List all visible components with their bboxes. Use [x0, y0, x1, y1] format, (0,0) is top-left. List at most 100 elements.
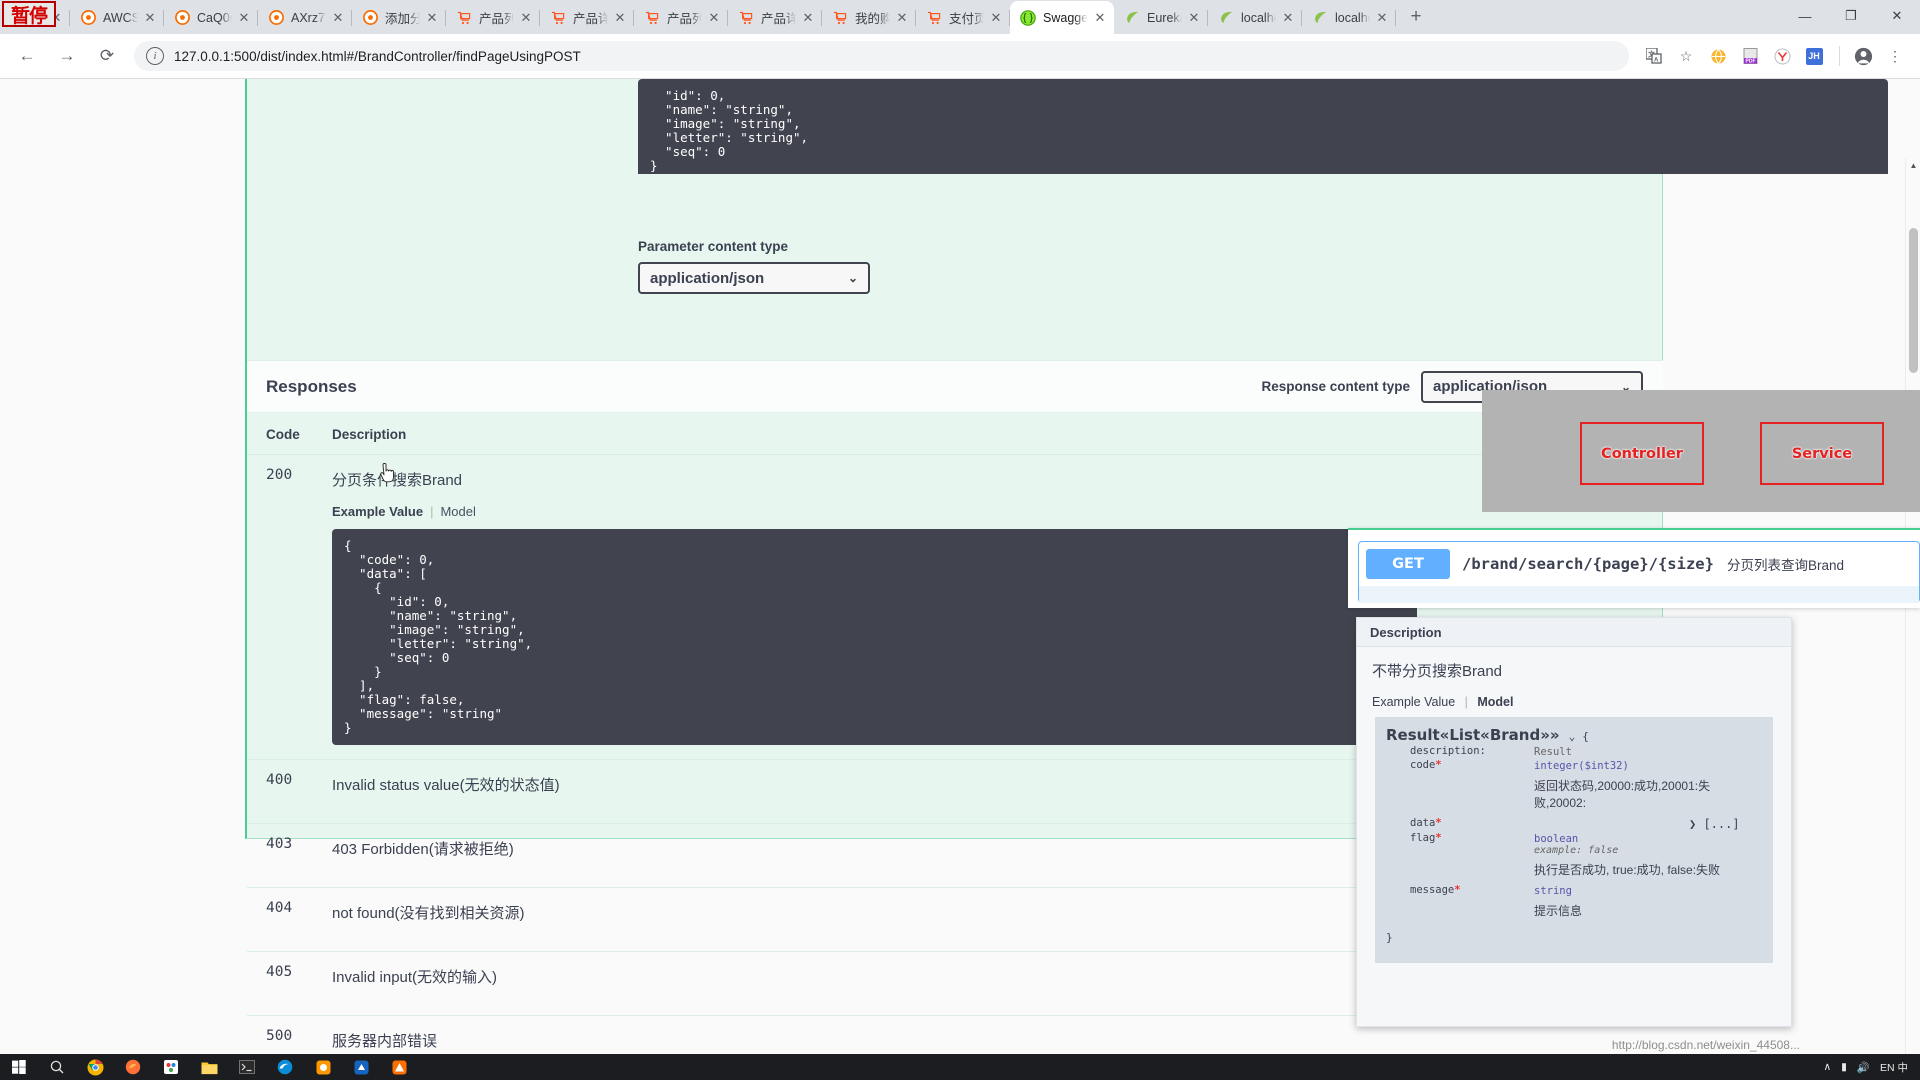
- chevron-down-icon[interactable]: ⌄: [1569, 730, 1576, 743]
- browser-tab[interactable]: 我的购物✕: [822, 1, 916, 34]
- app-red-icon[interactable]: [380, 1054, 418, 1080]
- response-example-code: { "code": 0, "data": [ { "id": 0, "name"…: [332, 529, 1417, 745]
- model-property-type: string: [1534, 885, 1572, 897]
- new-tab-button[interactable]: +: [1402, 3, 1430, 31]
- model-schema-box: Result«List«Brand»» ⌄ { description: Resu…: [1375, 717, 1773, 963]
- description-overlay-panel: Description 不带分页搜索Brand Example Value | …: [1356, 617, 1792, 1027]
- profile-icon[interactable]: [1848, 41, 1878, 71]
- tab-example-value[interactable]: Example Value: [1372, 695, 1455, 709]
- example-model-tabs: Example Value | Model: [332, 504, 1644, 519]
- tab-model[interactable]: Model: [1477, 695, 1513, 709]
- tab-close-icon[interactable]: ✕: [1090, 8, 1110, 28]
- tab-close-icon[interactable]: ✕: [986, 8, 1006, 28]
- explorer-icon[interactable]: [190, 1054, 228, 1080]
- forward-icon[interactable]: →: [50, 39, 84, 73]
- edge-icon[interactable]: [266, 1054, 304, 1080]
- browser-tab[interactable]: AWCSS6✕: [70, 1, 164, 34]
- responses-table-header: Code Description: [247, 413, 1663, 454]
- browser-tab[interactable]: 产品详情✕: [728, 1, 822, 34]
- extension-y-icon[interactable]: [1767, 41, 1797, 71]
- extension-globe-icon[interactable]: [1703, 41, 1733, 71]
- tab-close-icon[interactable]: ✕: [892, 8, 912, 28]
- tab-title: 产品列表: [667, 12, 702, 26]
- get-operation-block[interactable]: GET /brand/search/{page}/{size} 分页列表查询Br…: [1358, 541, 1920, 603]
- tab-close-icon[interactable]: ✕: [422, 8, 442, 28]
- description-tabs: Example Value | Model: [1372, 695, 1776, 709]
- minimize-button[interactable]: —: [1782, 0, 1828, 32]
- browser-tab[interactable]: 支付页-后✕: [916, 1, 1010, 34]
- model-property: flag* boolean example: false 执行是否成功, true:成…: [1386, 832, 1762, 878]
- app-blue-icon[interactable]: [342, 1054, 380, 1080]
- required-asterisk: *: [1435, 759, 1442, 771]
- extension-jh-icon[interactable]: JH: [1799, 41, 1829, 71]
- back-icon[interactable]: ←: [10, 39, 44, 73]
- scroll-up-arrow-icon[interactable]: ▲: [1906, 158, 1920, 173]
- tab-close-icon[interactable]: ✕: [1184, 8, 1204, 28]
- tab-close-icon[interactable]: ✕: [1372, 8, 1392, 28]
- network-icon[interactable]: ▮: [1841, 1061, 1847, 1073]
- scrollbar-thumb[interactable]: [1909, 228, 1918, 373]
- tab-close-icon[interactable]: ✕: [516, 8, 536, 28]
- cart-icon: [832, 10, 848, 26]
- bookmark-star-icon[interactable]: ☆: [1671, 41, 1701, 71]
- model-property-row: message* string: [1386, 884, 1762, 897]
- tab-example-value[interactable]: Example Value: [332, 504, 423, 519]
- svg-text:A: A: [1654, 58, 1659, 64]
- app-orange-icon[interactable]: [304, 1054, 342, 1080]
- expand-array-toggle[interactable]: ❯ [...]: [1689, 817, 1762, 831]
- address-bar[interactable]: i 127.0.0.1:500/dist/index.html#/BrandCo…: [134, 41, 1629, 71]
- browser-tab[interactable]: localhost✕: [1208, 1, 1302, 34]
- get-operation-summary-row[interactable]: GET /brand/search/{page}/{size} 分页列表查询Br…: [1359, 542, 1919, 586]
- model-close-brace: }: [1386, 931, 1393, 944]
- model-property-row: flag* boolean example: false: [1386, 832, 1762, 856]
- browser-tab[interactable]: CaQ0rq3✕: [164, 1, 258, 34]
- browser-tab[interactable]: Swagger ✕: [1010, 1, 1114, 34]
- ime-indicator[interactable]: EN 中: [1880, 1060, 1908, 1075]
- tab-close-icon[interactable]: ✕: [610, 8, 630, 28]
- tab-close-icon[interactable]: ✕: [328, 8, 348, 28]
- cart-icon: [738, 10, 754, 26]
- windows-start-icon[interactable]: [0, 1054, 38, 1080]
- model-title-row[interactable]: Result«List«Brand»» ⌄ {: [1386, 726, 1762, 744]
- firefox-icon[interactable]: [114, 1054, 152, 1080]
- maximize-button[interactable]: ❐: [1828, 0, 1874, 32]
- search-icon[interactable]: [38, 1054, 76, 1080]
- tab-close-icon[interactable]: ✕: [704, 8, 724, 28]
- reload-icon[interactable]: ⟳: [90, 39, 124, 73]
- tab-strip: 天✕AWCSS6✕CaQ0rq3✕AXrz7+a✕添加分类✕产品列表✕产品详情✕…: [0, 1, 1396, 34]
- browser-tab[interactable]: 产品详情✕: [540, 1, 634, 34]
- model-property-name: flag*: [1410, 832, 1442, 844]
- browser-tab[interactable]: Eureka✕: [1114, 1, 1208, 34]
- menu-kebab-icon[interactable]: ⋮: [1880, 41, 1910, 71]
- model-property-note: 提示信息: [1534, 904, 1583, 918]
- tab-close-icon[interactable]: ✕: [1278, 8, 1298, 28]
- parameter-content-type-select[interactable]: application/json ⌄: [638, 262, 870, 294]
- chrome-icon[interactable]: [76, 1054, 114, 1080]
- model-open-brace: {: [1582, 730, 1589, 743]
- model-property-row: data* ❯ [...]: [1386, 817, 1762, 831]
- circle-orange-icon: [362, 10, 378, 26]
- diagram-box-service: Service: [1760, 422, 1884, 485]
- tab-close-icon[interactable]: ✕: [798, 8, 818, 28]
- tab-close-icon[interactable]: ✕: [234, 8, 254, 28]
- tab-close-icon[interactable]: ✕: [140, 8, 160, 28]
- close-window-button[interactable]: ✕: [1874, 0, 1920, 32]
- browser-tab[interactable]: AXrz7+a✕: [258, 1, 352, 34]
- browser-tab[interactable]: 产品列表✕: [446, 1, 540, 34]
- extension-pdf-icon[interactable]: PDF: [1735, 41, 1765, 71]
- description-panel-body: 不带分页搜索Brand Example Value | Model Result…: [1357, 647, 1791, 963]
- browser-tab[interactable]: 添加分类✕: [352, 1, 446, 34]
- tab-model[interactable]: Model: [440, 504, 475, 519]
- model-property-type-cell: integer($int32): [1534, 759, 1762, 772]
- browser-tab[interactable]: 产品列表✕: [634, 1, 728, 34]
- browser-tab[interactable]: localhost✕: [1302, 1, 1396, 34]
- paint-icon[interactable]: [152, 1054, 190, 1080]
- site-info-icon[interactable]: i: [146, 47, 164, 65]
- translate-icon[interactable]: 文A: [1639, 41, 1669, 71]
- terminal-icon[interactable]: [228, 1054, 266, 1080]
- parameter-content-type-value: application/json: [650, 269, 765, 287]
- volume-icon[interactable]: 🔊: [1857, 1061, 1870, 1074]
- response-code: 405: [266, 964, 293, 980]
- chevron-down-icon: ⌄: [847, 271, 858, 285]
- tray-up-icon[interactable]: ∧: [1823, 1061, 1831, 1073]
